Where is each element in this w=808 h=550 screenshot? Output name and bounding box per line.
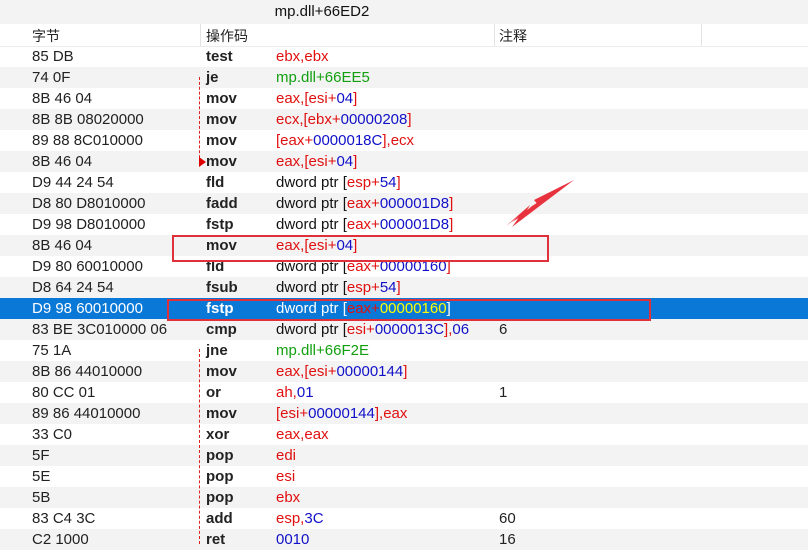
annotation-arrow-icon bbox=[506, 180, 574, 227]
